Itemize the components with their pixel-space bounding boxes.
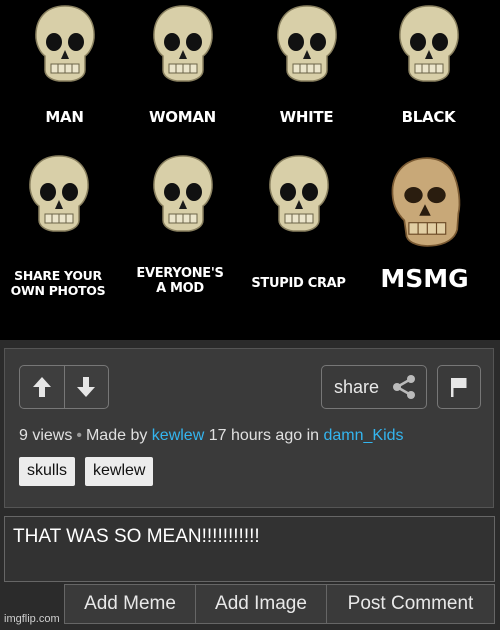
meme-caption: EVERYONE'S A MOD — [136, 266, 224, 296]
share-icon — [393, 375, 416, 399]
tag-kewlew[interactable]: kewlew — [85, 457, 154, 486]
meme-caption: SHARE YOUR OWN PHOTOS — [10, 268, 106, 298]
share-label: share — [334, 376, 380, 397]
flag-icon — [451, 378, 467, 397]
share-button[interactable]: share — [321, 365, 427, 409]
meme-caption: BLACK — [401, 108, 456, 126]
meme-caption: WHITE — [279, 108, 334, 126]
skull-icon — [153, 155, 213, 232]
comment-actions: Add Meme Add Image Post Comment — [64, 584, 495, 624]
post-comment-button[interactable]: Post Comment — [327, 585, 494, 623]
skull-icon — [153, 5, 213, 82]
skull-icon — [399, 5, 459, 82]
skull-icon — [277, 5, 337, 82]
downvote-button[interactable] — [63, 366, 109, 408]
watermark: imgflip.com — [4, 613, 60, 625]
comment-input[interactable]: THAT WAS SO MEAN!!!!!!!!!!! — [4, 516, 495, 582]
post-info-panel: share 9 views • Made by kewlew 17 hours ag… — [4, 348, 494, 508]
flag-button[interactable] — [437, 365, 481, 409]
post-time: 17 hours ago in — [208, 427, 320, 444]
meme-caption: MAN — [45, 108, 84, 126]
view-count: 9 views — [19, 427, 73, 444]
meme-panel-msmg: MSMG — [362, 150, 487, 320]
post-meta: 9 views • Made by kewlew 17 hours ago in d… — [19, 427, 404, 445]
meme-panel-white: WHITE — [244, 0, 369, 170]
upvote-button[interactable] — [20, 366, 64, 408]
tag-skulls[interactable]: skulls — [19, 457, 76, 486]
meme-panel-everyones-mod: EVERYONE'S A MOD — [120, 150, 245, 320]
meme-caption: STUPID CRAP — [251, 276, 346, 291]
add-meme-button[interactable]: Add Meme — [65, 585, 196, 623]
made-by-label: Made by — [85, 427, 148, 444]
meme-caption: MSMG — [380, 264, 469, 293]
skull-icon — [269, 155, 329, 232]
arrow-down-icon — [77, 377, 96, 397]
meme-panel-stupid-crap: STUPID CRAP — [236, 150, 361, 320]
meme-caption: WOMAN — [149, 108, 216, 126]
vote-group — [19, 365, 109, 409]
meme-panel-black: BLACK — [366, 0, 491, 170]
ape-skull-icon — [391, 157, 461, 247]
add-image-button[interactable]: Add Image — [196, 585, 327, 623]
tag-list: skulls kewlew — [19, 457, 154, 486]
arrow-up-icon — [32, 377, 51, 397]
meme-panel-man: MAN — [2, 0, 127, 170]
meme-image: MAN WOMAN WHITE BLACK SHARE YOUR OWN PHO… — [0, 0, 500, 340]
meme-panel-share-photos: SHARE YOUR OWN PHOTOS — [0, 150, 121, 320]
author-link[interactable]: kewlew — [152, 427, 204, 444]
stream-link[interactable]: damn_Kids — [323, 427, 403, 444]
skull-icon — [35, 5, 95, 82]
meme-panel-woman: WOMAN — [120, 0, 245, 170]
separator-dot: • — [76, 427, 82, 444]
skull-icon — [29, 155, 89, 232]
